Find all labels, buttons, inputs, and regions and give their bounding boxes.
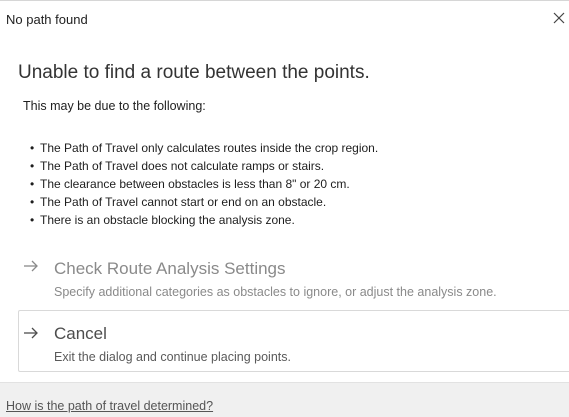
reasons-list: • The Path of Travel only calculates rout… (30, 139, 378, 229)
list-item: • The Path of Travel only calculates rout… (30, 139, 378, 157)
arrow-right-icon (24, 260, 38, 272)
intro-text: This may be due to the following: (23, 99, 206, 113)
command-label: Cancel (54, 324, 107, 343)
bullet: • (30, 159, 35, 173)
dialog-title: No path found (6, 12, 88, 27)
reason-text: The Path of Travel cannot start or end o… (40, 195, 327, 209)
title-bar: No path found (0, 1, 569, 37)
reason-text: The Path of Travel does not calculate ra… (40, 159, 325, 173)
reason-text: There is an obstacle blocking the analys… (40, 213, 295, 227)
list-item: • The clearance between obstacles is less… (30, 175, 378, 193)
list-item: • The Path of Travel cannot start or end … (30, 193, 378, 211)
bullet: • (30, 195, 35, 209)
reason-text: The Path of Travel only calculates route… (40, 141, 379, 155)
bullet: • (30, 213, 35, 227)
list-item: • There is an obstacle blocking the analy… (30, 211, 378, 229)
reason-text: The clearance between obstacles is less … (40, 177, 350, 191)
arrow-right-icon (24, 327, 38, 339)
close-button[interactable] (547, 7, 569, 31)
command-description: Exit the dialog and continue placing poi… (54, 350, 291, 364)
bullet: • (30, 141, 35, 155)
command-description: Specify additional categories as obstacl… (54, 285, 497, 299)
main-instruction: Unable to find a route between the point… (18, 62, 370, 83)
dialog-footer: How is the path of travel determined? (0, 382, 569, 417)
help-link[interactable]: How is the path of travel determined? (6, 399, 213, 413)
bullet: • (30, 177, 35, 191)
cancel-button[interactable]: Cancel Exit the dialog and continue plac… (18, 310, 569, 372)
list-item: • The Path of Travel does not calculate r… (30, 157, 378, 175)
check-route-analysis-settings-button[interactable]: Check Route Analysis Settings Specify ad… (18, 251, 569, 307)
close-icon (553, 12, 565, 24)
command-label: Check Route Analysis Settings (54, 259, 286, 278)
no-path-found-dialog: No path found Unable to find a route bet… (0, 0, 569, 417)
